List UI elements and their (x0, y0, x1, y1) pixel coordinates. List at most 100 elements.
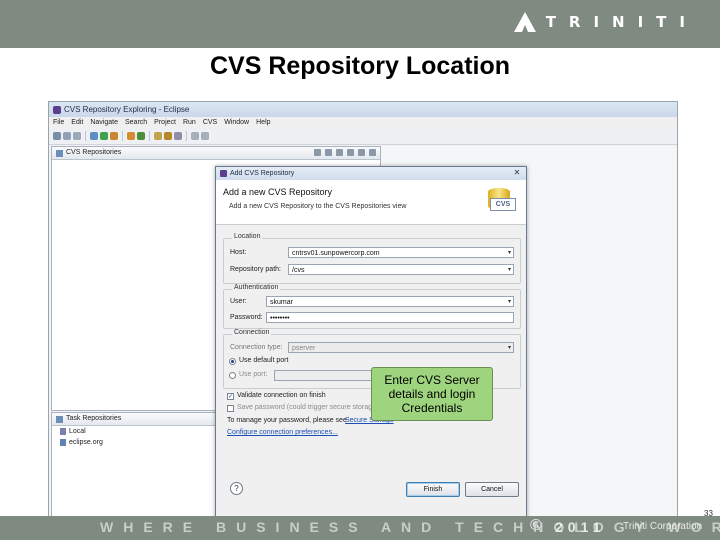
configure-connection-link[interactable]: Configure connection preferences... (227, 429, 338, 436)
validate-connection-label: Validate connection on finish (237, 392, 326, 399)
authentication-group: Authentication User: skumar ▾ Password: … (223, 284, 521, 329)
connection-type-label: Connection type: (230, 344, 283, 351)
company-name: Triniti Corporation (623, 521, 703, 532)
use-port-label: Use port: (239, 371, 268, 378)
use-port-radio[interactable] (229, 372, 236, 379)
triniti-logo: TRINITI (513, 12, 698, 32)
logo-mark-icon (513, 12, 536, 32)
page-number: 33 (704, 509, 713, 518)
print-icon[interactable] (73, 132, 81, 140)
cvs-repositories-icon (56, 149, 63, 157)
validate-connection-checkbox[interactable]: ✓ (227, 393, 234, 400)
repository-path-combo[interactable]: /cvs ▾ (288, 264, 514, 275)
eclipse-app-icon (53, 105, 61, 114)
user-label: User: (230, 298, 247, 305)
logo-text: TRINITI (545, 13, 698, 31)
view-menu-icon[interactable] (347, 149, 354, 156)
finish-button[interactable]: Finish (406, 482, 460, 497)
user-combo[interactable]: skumar ▾ (266, 296, 514, 307)
header-bar: TRINITI (0, 0, 720, 48)
minimize-icon[interactable] (358, 149, 365, 156)
menu-search[interactable]: Search (125, 117, 147, 128)
close-icon[interactable]: ✕ (512, 168, 522, 178)
port-input[interactable] (274, 370, 384, 381)
password-field[interactable]: •••••••• (266, 312, 514, 323)
copyright-year: 2011 (555, 519, 606, 535)
view-toolbar (314, 149, 376, 156)
search-icon[interactable] (174, 132, 182, 140)
new-package-icon[interactable] (127, 132, 135, 140)
open-type-icon[interactable] (154, 132, 162, 140)
local-repository-icon (60, 428, 66, 435)
task-item-label: Local (69, 428, 86, 435)
host-combo[interactable]: cntrsv01.sunpowercorp.com ▾ (288, 247, 514, 258)
dialog-window-title: Add CVS Repository (230, 170, 295, 177)
manage-password-text: To manage your password, please see (227, 417, 347, 424)
eclipse-title-bar: CVS Repository Exploring - Eclipse (49, 102, 677, 117)
toolbar-separator (85, 131, 86, 141)
menu-help[interactable]: Help (256, 117, 270, 128)
copyright-symbol: © (530, 517, 542, 534)
dialog-subtitle: Add a new CVS Repository to the CVS Repo… (229, 203, 407, 210)
group-title: Connection (232, 329, 272, 336)
forward-icon[interactable] (201, 132, 209, 140)
menu-run[interactable]: Run (183, 117, 196, 128)
menu-cvs[interactable]: CVS (203, 117, 217, 128)
add-cvs-repository-dialog: Add CVS Repository ✕ Add a new CVS Repos… (215, 166, 527, 526)
eclipse-window-title: CVS Repository Exploring - Eclipse (64, 105, 190, 114)
menu-window[interactable]: Window (224, 117, 249, 128)
save-icon[interactable] (63, 132, 71, 140)
tab-label: Task Repositories (66, 415, 122, 422)
group-title: Authentication (232, 284, 281, 291)
use-default-port-label: Use default port (239, 357, 289, 364)
collapse-all-icon[interactable] (336, 149, 343, 156)
repository-path-label: Repository path: (230, 266, 281, 273)
dialog-title-bar: Add CVS Repository ✕ (216, 167, 526, 180)
external-tools-icon[interactable] (110, 132, 118, 140)
new-icon[interactable] (53, 132, 61, 140)
refresh-icon[interactable] (325, 149, 332, 156)
menu-navigate[interactable]: Navigate (90, 117, 118, 128)
task-repositories-icon (56, 415, 63, 423)
tab-label: CVS Repositories (66, 149, 122, 156)
connection-type-value: pserver (292, 345, 316, 352)
tab-cvs-repositories[interactable]: CVS Repositories (52, 147, 380, 160)
slide-title: CVS Repository Location (209, 52, 511, 80)
debug-icon[interactable] (90, 132, 98, 140)
task-item-label: eclipse.org (69, 439, 103, 446)
host-value: cntrsv01.sunpowercorp.com (292, 250, 380, 257)
eclipse-toolbar (49, 128, 677, 145)
chevron-down-icon: ▾ (507, 299, 511, 305)
menu-project[interactable]: Project (154, 117, 176, 128)
user-value: skumar (270, 299, 293, 306)
maximize-icon[interactable] (369, 149, 376, 156)
host-label: Host: (230, 249, 247, 256)
add-repository-icon[interactable] (314, 149, 321, 156)
cvs-repository-icon: CVS (486, 186, 516, 218)
run-icon[interactable] (100, 132, 108, 140)
repository-path-value: /cvs (292, 267, 305, 274)
chevron-down-icon: ▾ (507, 267, 511, 273)
use-default-port-radio[interactable] (229, 358, 236, 365)
new-class-icon[interactable] (137, 132, 145, 140)
eclipse-menu-bar: File Edit Navigate Search Project Run CV… (49, 117, 677, 128)
chevron-down-icon: ▾ (507, 250, 511, 256)
open-task-icon[interactable] (164, 132, 172, 140)
dialog-heading: Add a new CVS Repository (223, 187, 333, 197)
cancel-button[interactable]: Cancel (465, 482, 519, 497)
save-password-checkbox[interactable] (227, 405, 234, 412)
location-group: Location Host: cntrsv01.sunpowercorp.com… (223, 233, 521, 284)
group-title: Location (232, 233, 263, 240)
back-icon[interactable] (191, 132, 199, 140)
menu-edit[interactable]: Edit (71, 117, 83, 128)
dialog-banner: Add a new CVS Repository Add a new CVS R… (216, 180, 526, 225)
toolbar-separator (186, 131, 187, 141)
eclipse-org-icon (60, 439, 66, 446)
instruction-callout: Enter CVS Server details and login Crede… (371, 367, 493, 421)
eclipse-app-icon (220, 170, 227, 177)
menu-file[interactable]: File (53, 117, 64, 128)
help-button[interactable]: ? (230, 482, 243, 495)
connection-type-combo[interactable]: pserver ▾ (288, 342, 514, 353)
toolbar-separator (122, 131, 123, 141)
password-label: Password: (230, 314, 263, 321)
